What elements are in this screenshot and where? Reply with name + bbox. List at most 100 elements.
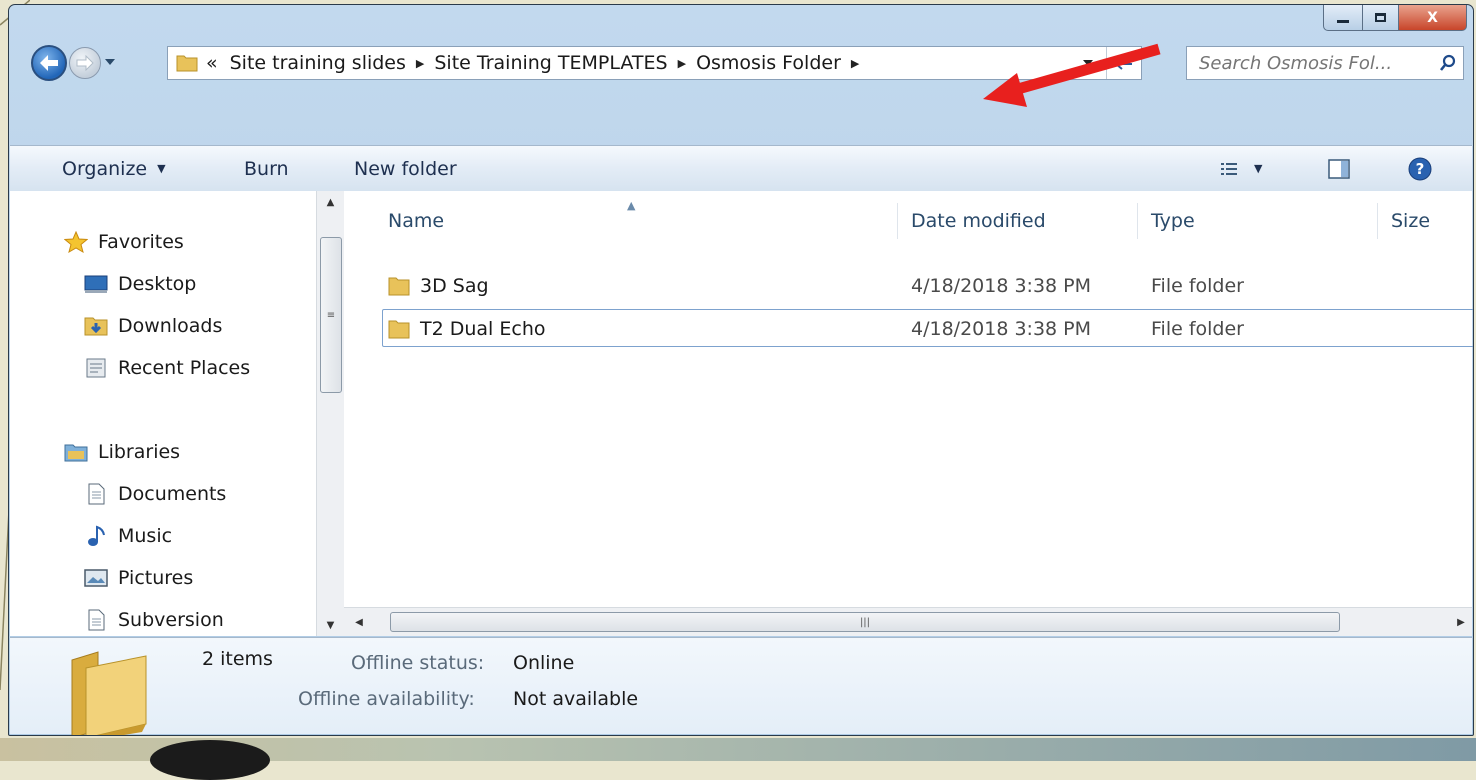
search-box[interactable]	[1186, 46, 1464, 80]
burn-button[interactable]: Burn	[244, 146, 289, 191]
table-row[interactable]: 3D Sag 4/18/2018 3:38 PM File folder	[382, 267, 1473, 305]
nav-label: Favorites	[98, 231, 184, 253]
desktop-icon	[84, 273, 108, 295]
nav-music[interactable]: Music	[84, 519, 172, 553]
slide-bottom-shape	[150, 740, 270, 780]
breadcrumb-overflow[interactable]: «	[206, 52, 218, 74]
sort-ascending-icon: ▲	[627, 199, 636, 212]
recent-places-icon	[84, 357, 108, 379]
scrollbar-thumb[interactable]: |||	[390, 612, 1340, 632]
organize-label: Organize	[62, 157, 148, 180]
table-row[interactable]: T2 Dual Echo 4/18/2018 3:38 PM File fold…	[382, 309, 1473, 348]
back-arrow-icon	[40, 55, 58, 71]
refresh-button[interactable]	[1106, 47, 1141, 79]
nav-label: Recent Places	[118, 357, 251, 379]
nav-recent-places[interactable]: Recent Places	[84, 351, 250, 385]
maximize-button[interactable]	[1363, 5, 1399, 31]
offline-status-value: Online	[513, 652, 575, 674]
breadcrumb-osmosis-folder[interactable]: Osmosis Folder	[696, 52, 841, 74]
organize-button[interactable]: Organize ▼	[62, 146, 166, 191]
change-view-button[interactable]: ▼	[1220, 146, 1262, 191]
help-button[interactable]: ?	[1408, 146, 1432, 191]
folder-icon	[388, 277, 410, 296]
offline-status-label: Offline status:	[351, 652, 485, 674]
file-date: 4/18/2018 3:38 PM	[911, 275, 1092, 297]
file-name-cell: 3D Sag	[388, 267, 489, 305]
nav-label: Downloads	[118, 315, 223, 337]
file-type: File folder	[1151, 318, 1244, 340]
nav-subversion[interactable]: Subversion	[84, 603, 224, 636]
breadcrumb-separator-icon[interactable]: ▶	[416, 57, 424, 70]
address-row: « Site training slides ▶ Site Training T…	[9, 43, 1473, 87]
refresh-icon	[1115, 58, 1132, 70]
file-date: 4/18/2018 3:38 PM	[911, 318, 1092, 340]
item-count: 2 items	[202, 648, 273, 670]
chevron-down-icon	[105, 59, 115, 65]
column-header-date-modified[interactable]: Date modified	[911, 201, 1046, 241]
scroll-right-icon[interactable]: ▶	[1450, 608, 1472, 636]
close-button[interactable]: X	[1399, 5, 1467, 31]
chevron-down-icon[interactable]: ▼	[1254, 162, 1262, 175]
scroll-left-icon[interactable]: ◀	[348, 608, 370, 636]
pictures-icon	[84, 567, 108, 589]
folder-icon	[388, 320, 410, 339]
back-button[interactable]	[31, 45, 67, 81]
nav-downloads[interactable]: Downloads	[84, 309, 222, 343]
search-icon[interactable]	[1436, 51, 1460, 75]
horizontal-scrollbar[interactable]: ◀ ||| ▶	[344, 607, 1472, 636]
view-list-icon	[1221, 162, 1237, 175]
nav-pictures[interactable]: Pictures	[84, 561, 193, 595]
help-icon: ?	[1408, 157, 1432, 180]
music-icon	[84, 525, 108, 547]
new-folder-label: New folder	[354, 157, 457, 180]
svg-text:?: ?	[1416, 160, 1425, 178]
documents-icon	[84, 483, 108, 505]
preview-pane-icon	[1328, 158, 1350, 179]
new-folder-button[interactable]: New folder	[354, 146, 457, 191]
nav-label: Subversion	[118, 609, 224, 631]
recent-pages-dropdown[interactable]	[103, 55, 117, 69]
breadcrumb-site-training-slides[interactable]: Site training slides	[230, 52, 406, 74]
address-history-dropdown[interactable]	[1075, 47, 1101, 79]
explorer-window: X « Site training slides ▶ Site Training…	[8, 4, 1474, 736]
chevron-down-icon: ▼	[157, 162, 166, 175]
offline-availability-value: Not available	[513, 688, 639, 710]
minimize-icon	[1337, 20, 1349, 23]
scroll-down-icon[interactable]: ▼	[317, 614, 344, 636]
nav-label: Pictures	[118, 567, 194, 589]
nav-label: Libraries	[98, 441, 181, 463]
offline-availability-label: Offline availability:	[298, 688, 475, 710]
column-divider[interactable]	[1137, 203, 1138, 239]
scrollbar-thumb[interactable]: ≡	[320, 237, 342, 393]
scroll-up-icon[interactable]: ▲	[317, 191, 344, 213]
explorer-body: Favorites Desktop Downloads Recent Place…	[10, 191, 1473, 636]
breadcrumb-site-training-templates[interactable]: Site Training TEMPLATES	[434, 52, 667, 74]
file-name-cell: T2 Dual Echo	[388, 310, 546, 348]
column-header-type[interactable]: Type	[1151, 201, 1195, 241]
preview-pane-button[interactable]	[1328, 146, 1350, 191]
nav-desktop[interactable]: Desktop	[84, 267, 196, 301]
burn-label: Burn	[244, 157, 289, 180]
command-bar: Organize ▼ Burn New folder ▼ ?	[10, 145, 1472, 192]
nav-documents[interactable]: Documents	[84, 477, 226, 511]
file-name: T2 Dual Echo	[420, 318, 546, 340]
minimize-button[interactable]	[1323, 5, 1363, 31]
column-header-name[interactable]: Name	[388, 201, 444, 241]
address-bar[interactable]: « Site training slides ▶ Site Training T…	[167, 46, 1142, 80]
column-header-size[interactable]: Size	[1391, 201, 1430, 241]
column-divider[interactable]	[1377, 203, 1378, 239]
column-divider[interactable]	[897, 203, 898, 239]
breadcrumb-separator-icon[interactable]: ▶	[851, 57, 859, 70]
breadcrumb-separator-icon[interactable]: ▶	[678, 57, 686, 70]
file-list: ▲ Name Date modified Type Size 3D Sag 4/…	[344, 191, 1473, 636]
nav-favorites[interactable]: Favorites	[64, 225, 184, 259]
nav-libraries[interactable]: Libraries	[64, 435, 180, 469]
nav-label: Documents	[118, 483, 227, 505]
search-input[interactable]	[1197, 51, 1436, 75]
details-pane: 2 items Offline status: Online Offline a…	[10, 637, 1472, 735]
navigation-scrollbar[interactable]: ▲ ≡ ▼	[316, 191, 344, 636]
forward-button[interactable]	[69, 47, 101, 79]
file-type: File folder	[1151, 275, 1244, 297]
folder-icon	[71, 651, 147, 735]
file-name: 3D Sag	[420, 275, 489, 297]
